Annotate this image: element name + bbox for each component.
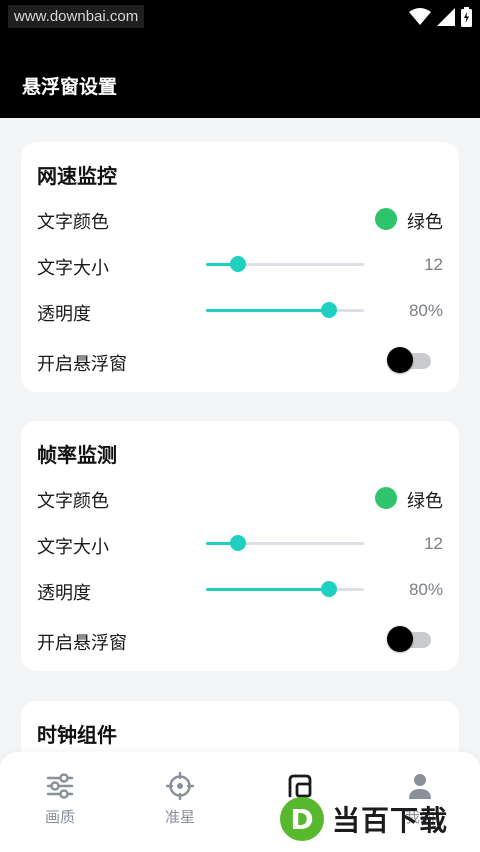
card-clock-widget: 时钟组件: [21, 701, 459, 752]
enable-float-label: 开启悬浮窗: [37, 354, 127, 375]
battery-icon: [461, 7, 472, 27]
status-icons: [409, 7, 472, 27]
crosshair-icon: [166, 772, 194, 800]
text-color-label: 文字颜色: [37, 491, 109, 512]
opacity-slider[interactable]: [206, 300, 364, 320]
nav-label: 准星: [164, 808, 195, 826]
slider-thumb[interactable]: [229, 256, 246, 272]
watermark-text: www.downbai.com: [8, 5, 145, 28]
color-value[interactable]: 绿色: [407, 208, 443, 234]
slider-thumb[interactable]: [229, 535, 246, 551]
enable-float-toggle[interactable]: [387, 625, 431, 653]
opacity-slider[interactable]: [206, 579, 364, 599]
text-size-slider[interactable]: [206, 533, 364, 553]
nav-item-quality[interactable]: 画质: [20, 770, 100, 827]
slider-thumb[interactable]: [321, 581, 338, 597]
nav-item-crosshair[interactable]: 准星: [140, 770, 220, 827]
enable-float-label: 开启悬浮窗: [37, 633, 127, 654]
enable-float-toggle[interactable]: [387, 346, 431, 374]
slider-fill: [206, 309, 330, 312]
opacity-label: 透明度: [37, 583, 91, 604]
page-title: 悬浮窗设置: [22, 76, 118, 98]
opacity-value: 80%: [408, 580, 443, 599]
text-size-label: 文字大小: [37, 537, 109, 558]
slider-fill: [206, 588, 330, 591]
card-title: 网速监控: [37, 164, 117, 188]
opacity-label: 透明度: [37, 304, 91, 325]
text-color-label: 文字颜色: [37, 212, 109, 233]
nav-label: 画质: [44, 808, 75, 826]
card-frame-rate: 帧率监测 文字颜色 绿色 文字大小 12 透明度 80% 开启悬浮窗: [21, 421, 459, 671]
card-title: 帧率监测: [37, 443, 117, 467]
brand-watermark: D 当百下载: [280, 796, 448, 842]
app-bar: 悬浮窗设置: [0, 34, 480, 118]
sliders-icon: [46, 773, 74, 799]
opacity-value: 80%: [408, 301, 443, 320]
color-value[interactable]: 绿色: [407, 487, 443, 513]
color-swatch[interactable]: [375, 487, 397, 509]
status-bar: www.downbai.com: [0, 0, 480, 34]
card-title: 时钟组件: [37, 723, 117, 747]
wifi-icon: [409, 8, 431, 25]
brand-name: 当百下载: [332, 804, 449, 837]
toggle-knob[interactable]: [387, 626, 413, 652]
settings-content[interactable]: 网速监控 文字颜色 绿色 文字大小 12 透明度 80% 开启悬浮窗 帧率监测 …: [0, 118, 480, 752]
color-swatch[interactable]: [375, 208, 397, 230]
text-size-slider[interactable]: [206, 254, 364, 274]
text-size-label: 文字大小: [37, 258, 109, 279]
text-size-value: 12: [424, 255, 443, 274]
card-network-speed: 网速监控 文字颜色 绿色 文字大小 12 透明度 80% 开启悬浮窗: [21, 142, 459, 392]
signal-icon: [437, 8, 455, 26]
brand-logo: D: [280, 797, 324, 841]
slider-thumb[interactable]: [321, 302, 338, 318]
text-size-value: 12: [424, 534, 443, 553]
toggle-knob[interactable]: [387, 347, 413, 373]
